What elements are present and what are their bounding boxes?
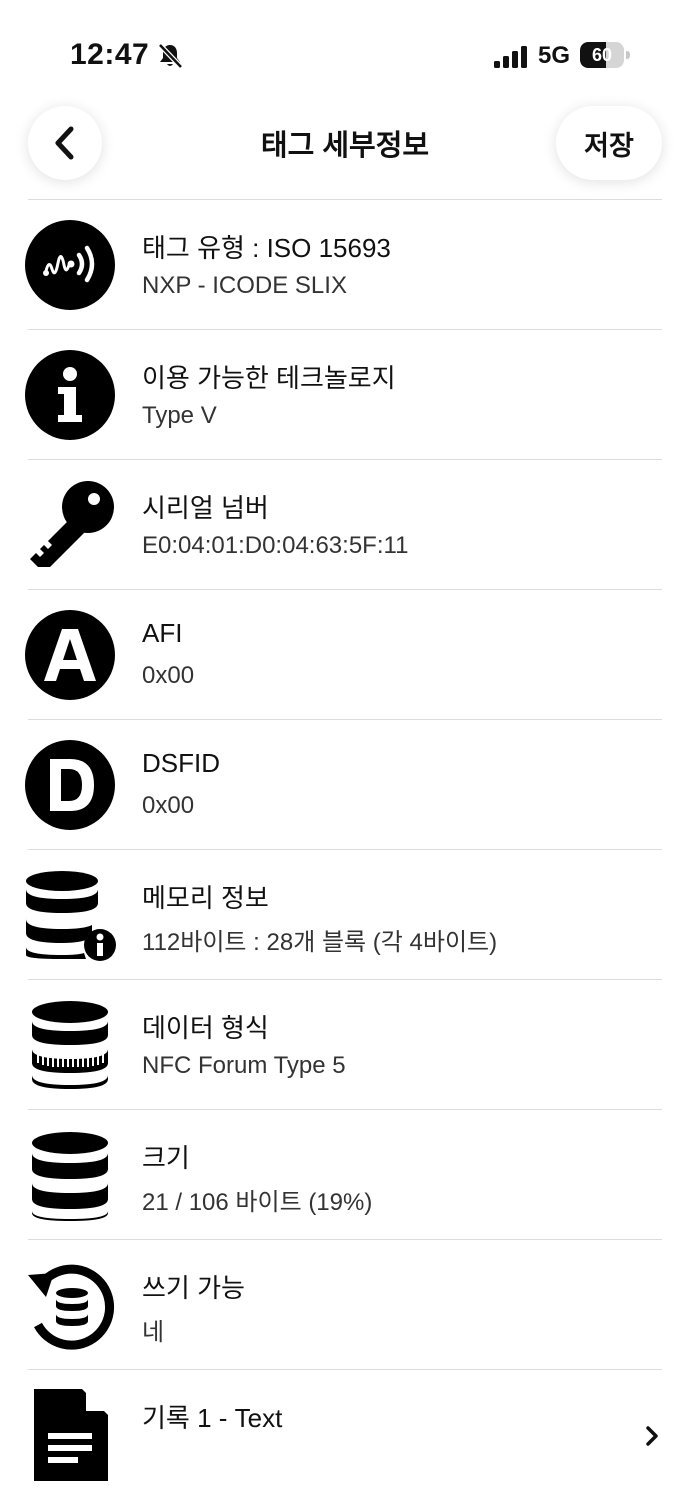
row-title: DSFID bbox=[142, 748, 220, 778]
tag-detail-list: 태그 유형 : ISO 15693 NXP - ICODE SLIX 이용 가능… bbox=[0, 200, 690, 1500]
list-item-afi: AFI 0x00 bbox=[0, 590, 690, 720]
document-icon bbox=[34, 1389, 108, 1481]
list-item-size: 크기 21 / 106 바이트 (19%) bbox=[0, 1110, 690, 1240]
info-icon bbox=[25, 350, 115, 440]
database-sync-icon bbox=[28, 1264, 115, 1350]
bell-muted-icon bbox=[158, 43, 183, 69]
row-value: 0x00 bbox=[142, 662, 195, 689]
row-value: E0:04:01:D0:04:63:5F:11 bbox=[142, 532, 409, 559]
back-button[interactable] bbox=[28, 106, 102, 180]
list-item-record-1[interactable]: 기록 1 - Text bbox=[0, 1370, 690, 1500]
list-item-dsfid: DSFID 0x00 bbox=[0, 720, 690, 850]
row-title: 태그 유형 : ISO 15693 bbox=[142, 233, 391, 263]
cellular-signal-icon bbox=[494, 46, 527, 68]
list-item-serial-number: 시리얼 넘버 E0:04:01:D0:04:63:5F:11 bbox=[0, 460, 690, 590]
row-value: 0x00 bbox=[142, 792, 195, 819]
status-time: 12:47 bbox=[70, 38, 150, 71]
row-value: NXP - ICODE SLIX bbox=[142, 272, 347, 299]
row-value: NFC Forum Type 5 bbox=[142, 1052, 346, 1079]
row-title: 쓰기 가능 bbox=[142, 1273, 245, 1303]
list-item-technologies: 이용 가능한 테크놀로지 Type V bbox=[0, 330, 690, 460]
row-value: 네 bbox=[142, 1319, 165, 1346]
database-icon bbox=[32, 1132, 108, 1221]
list-item-memory-info: 메모리 정보 112바이트 : 28개 블록 (각 4바이트) bbox=[0, 850, 690, 980]
chevron-right-icon bbox=[646, 1426, 658, 1446]
row-title: 시리얼 넘버 bbox=[142, 493, 269, 523]
row-title: AFI bbox=[142, 618, 183, 648]
row-value: 21 / 106 바이트 (19%) bbox=[142, 1189, 373, 1216]
row-title: 이용 가능한 테크놀로지 bbox=[142, 363, 396, 393]
nav-bar: 태그 세부정보 저장 bbox=[0, 92, 690, 200]
save-button[interactable]: 저장 bbox=[556, 106, 662, 180]
database-info-icon bbox=[26, 871, 116, 961]
status-bar: 12:47 5G 60 bbox=[0, 0, 690, 90]
page-title: 태그 세부정보 bbox=[260, 130, 430, 162]
letter-d-icon bbox=[25, 740, 115, 830]
chevron-left-icon bbox=[55, 126, 74, 160]
battery-icon: 60 bbox=[580, 42, 632, 68]
row-title: 데이터 형식 bbox=[142, 1013, 269, 1043]
battery-level: 60 bbox=[591, 45, 613, 65]
row-value: 112바이트 : 28개 블록 (각 4바이트) bbox=[142, 929, 498, 956]
list-item-writable: 쓰기 가능 네 bbox=[0, 1240, 690, 1370]
row-value: Type V bbox=[142, 402, 217, 429]
row-title: 메모리 정보 bbox=[142, 883, 269, 913]
list-item-tag-type: 태그 유형 : ISO 15693 NXP - ICODE SLIX bbox=[0, 200, 690, 330]
row-title: 기록 1 - Text bbox=[142, 1403, 283, 1433]
key-icon bbox=[30, 481, 114, 567]
list-item-data-format: 데이터 형식 NFC Forum Type 5 bbox=[0, 980, 690, 1110]
database-barcode-icon bbox=[32, 1001, 108, 1089]
row-title: 크기 bbox=[142, 1143, 190, 1173]
network-type: 5G bbox=[538, 42, 571, 69]
nfc-waves-icon bbox=[25, 220, 115, 310]
letter-a-icon bbox=[25, 610, 115, 700]
